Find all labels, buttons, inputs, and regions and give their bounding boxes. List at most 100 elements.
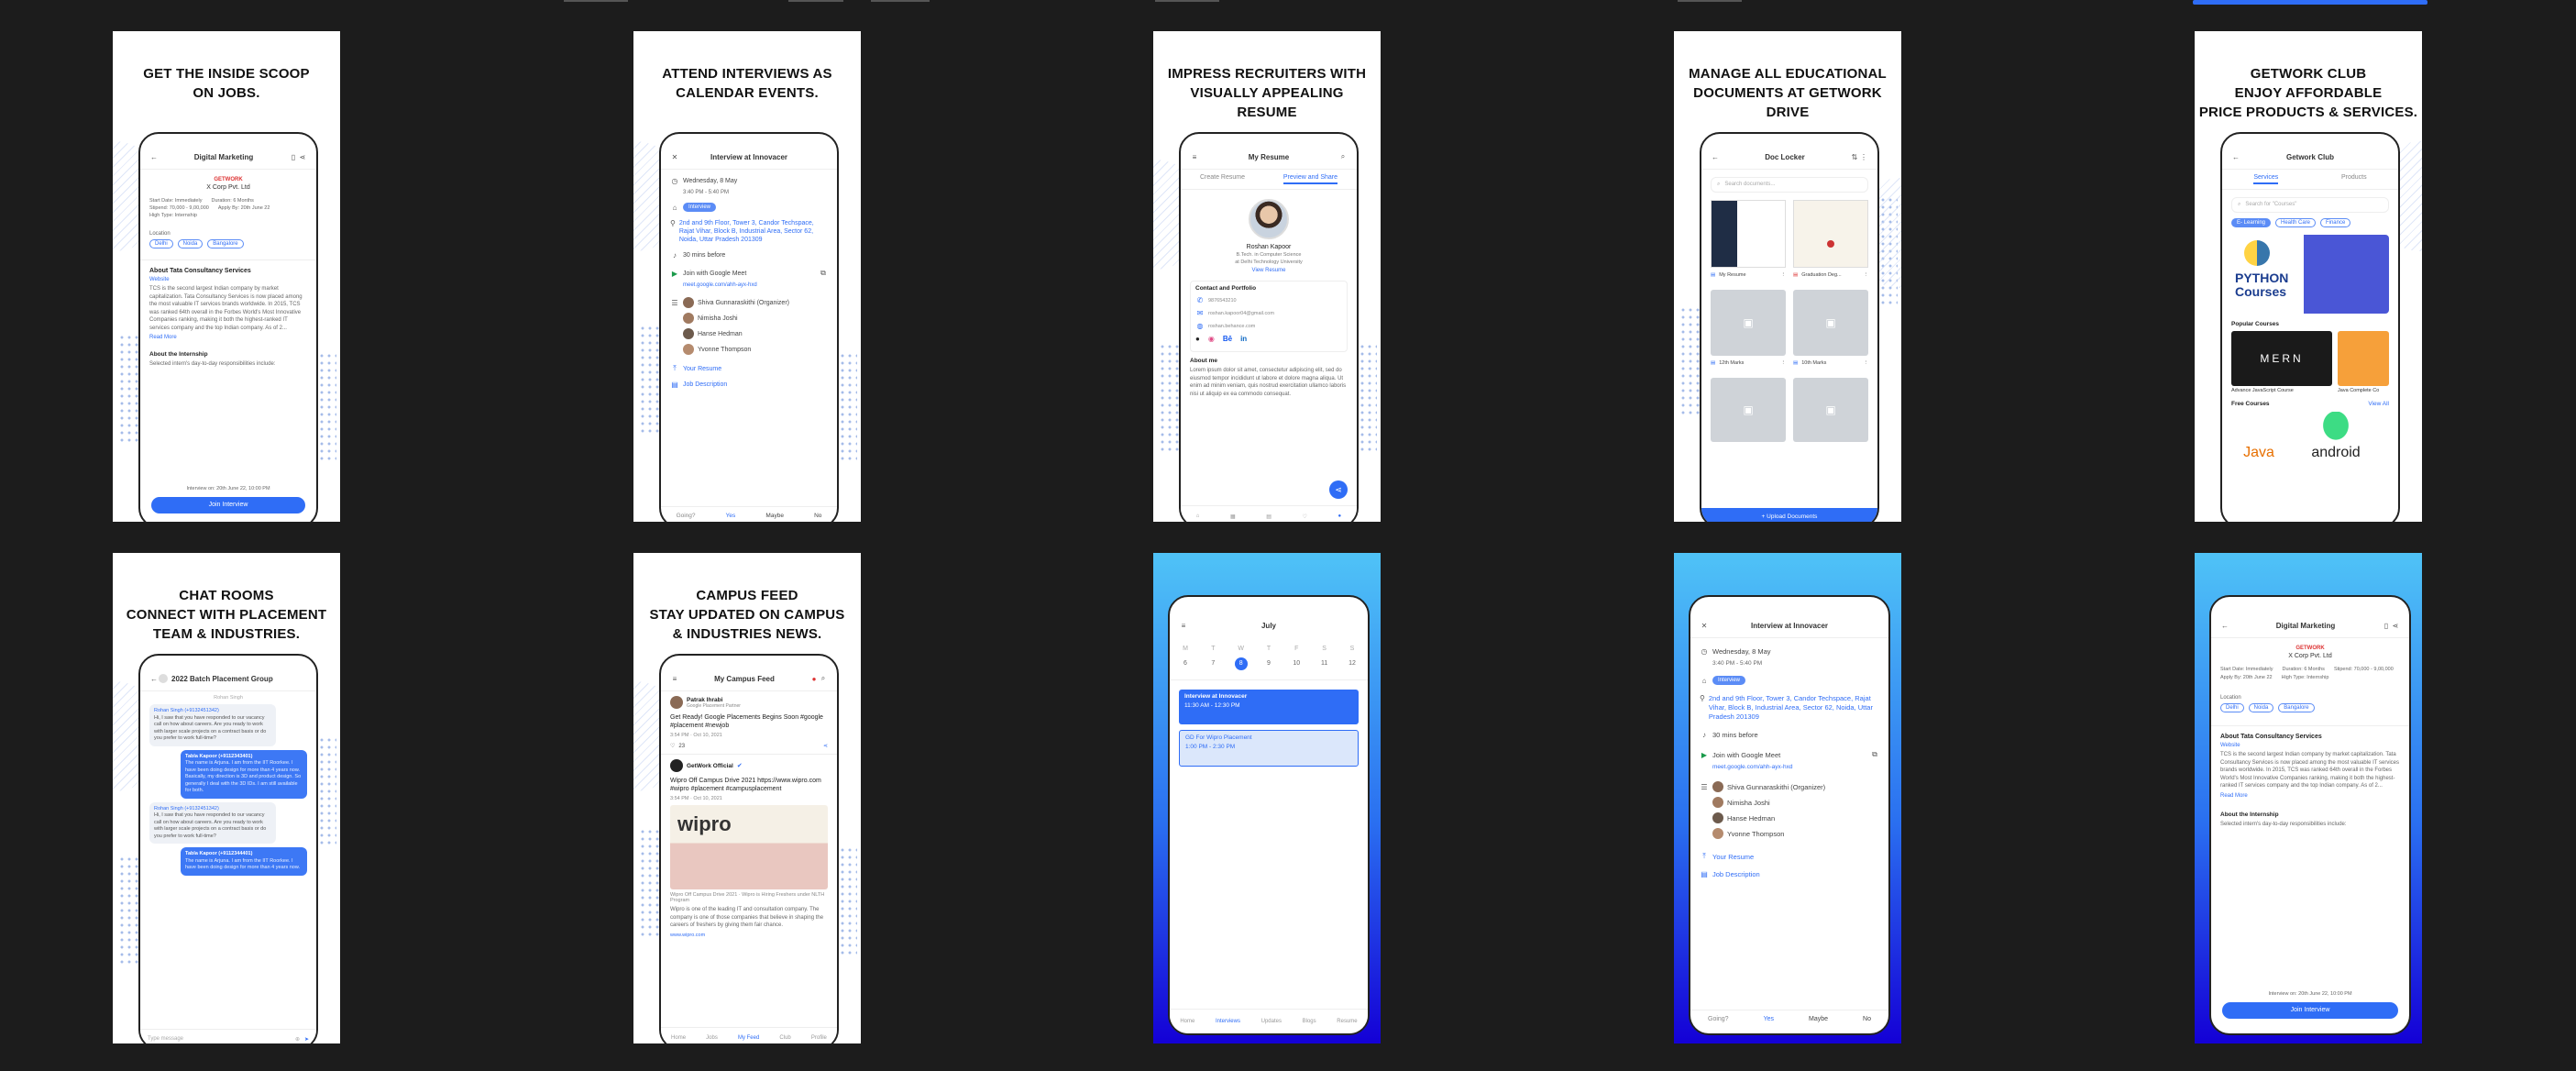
search-icon[interactable]: ⌕ [819,674,828,683]
close-icon[interactable]: ✕ [670,153,679,161]
doc-thumbnail-placeholder[interactable]: ▣ [1793,378,1868,442]
search-bar[interactable]: ⌕ Search documents... [1711,177,1868,193]
nav-interviews[interactable]: Interviews [1216,1019,1240,1024]
behance-icon[interactable]: Bē [1223,335,1232,343]
doc-thumbnail-resume[interactable] [1711,200,1786,268]
join-interview-button[interactable]: Join Interview [151,497,305,513]
calendar-day[interactable]: 7 [1206,657,1219,670]
event-address[interactable]: 2nd and 9th Floor, Tower 3, Candor Techs… [1709,694,1879,722]
rsvp-no[interactable]: No [814,513,821,519]
rsvp-yes[interactable]: Yes [1764,1016,1774,1022]
more-icon[interactable]: ⋮ [1864,360,1869,366]
meet-link[interactable]: meet.google.com/ahh-ayx-hxd [1700,764,1879,770]
nav-home[interactable]: ⌂ [1196,513,1200,519]
course-thumbnail-android[interactable]: android [2299,412,2372,467]
location-chip[interactable]: Noida [2248,703,2274,712]
tab-products[interactable]: Products [2341,174,2367,184]
doc-thumbnail-certificate[interactable] [1793,200,1868,268]
nav-my-feed[interactable]: My Feed [738,1035,759,1041]
upload-documents-button[interactable]: + Upload Documents [1701,508,1877,522]
tab-preview-share[interactable]: Preview and Share [1282,174,1338,184]
search-input[interactable]: Search for "Courses" [2245,202,2296,208]
doc-thumbnail-placeholder[interactable]: ▣ [1711,378,1786,442]
nav-updates[interactable]: ▤ [1266,513,1271,520]
nav-updates[interactable]: Updates [1261,1019,1282,1024]
job-description-link[interactable]: Job Description [1712,870,1760,878]
more-icon[interactable]: ⋮ [1859,153,1868,161]
event-card[interactable]: GD For Wipro Placement 1:00 PM - 2:30 PM [1179,730,1359,767]
meet-label[interactable]: Join with Google Meet [683,271,746,277]
copy-icon[interactable]: ⧉ [1870,750,1879,759]
more-icon[interactable]: ⋮ [1864,272,1869,278]
rsvp-maybe[interactable]: Maybe [1809,1016,1828,1022]
tab-services[interactable]: Services [2253,174,2279,184]
website-link[interactable]: Website [2220,743,2400,748]
nav-profile[interactable]: Profile [811,1035,827,1041]
nav-home[interactable]: Home [671,1035,686,1041]
share-icon[interactable]: ⋖ [298,153,307,161]
location-chip[interactable]: Noida [177,239,204,248]
back-icon[interactable]: ← [149,675,159,683]
calendar-day-selected[interactable]: 8 [1234,657,1248,670]
search-input[interactable]: Search documents... [1724,182,1775,188]
calendar-day[interactable]: 9 [1262,657,1275,670]
github-icon[interactable]: ● [1195,335,1200,343]
notification-icon[interactable]: ● [809,675,819,683]
share-icon[interactable]: ⋖ [823,743,828,749]
meet-link[interactable]: meet.google.com/ahh-ayx-hxd [670,282,828,288]
nav-club[interactable]: Club [779,1035,790,1041]
send-icon[interactable]: ➤ [304,1036,309,1043]
your-resume-link[interactable]: Your Resume [1712,853,1754,861]
read-more-link[interactable]: Read More [149,335,307,340]
linkedin-icon[interactable]: in [1240,335,1247,343]
back-icon[interactable]: ← [2220,622,2229,630]
meet-label[interactable]: Join with Google Meet [1712,751,1780,759]
share-icon[interactable]: ⋖ [2391,622,2400,630]
share-fab[interactable]: ⋖ [1329,480,1348,499]
calendar-day[interactable]: 11 [1318,657,1331,670]
rsvp-no[interactable]: No [1863,1016,1871,1022]
event-card[interactable]: Interview at Innovacer 11:30 AM - 12:30 … [1179,690,1359,724]
view-all-link[interactable]: View All [2368,401,2389,407]
chip-finance[interactable]: Finance [2319,218,2351,227]
nav-home[interactable]: Home [1180,1019,1194,1024]
your-resume-link[interactable]: Your Resume [683,366,721,372]
read-more-link[interactable]: Read More [2220,793,2400,799]
menu-icon[interactable]: ≡ [670,675,679,683]
course-thumbnail-mern[interactable]: MERN [2231,331,2333,386]
dribbble-icon[interactable]: ◉ [1208,335,1215,343]
nav-blogs[interactable]: ♡ [1303,513,1307,520]
nav-blogs[interactable]: Blogs [1303,1019,1316,1024]
view-resume-link[interactable]: View Resume [1190,268,1348,273]
python-banner[interactable]: PYTHON Courses [2231,235,2389,314]
search-bar[interactable]: ⌕ Search for "Courses" [2231,197,2389,213]
heart-icon[interactable]: ♡ [670,743,675,749]
location-chip[interactable]: Bangalore [207,239,244,248]
bookmark-icon[interactable]: ▯ [2382,622,2391,630]
sort-icon[interactable]: ⇅ [1850,153,1859,161]
tab-create-resume[interactable]: Create Resume [1200,174,1245,184]
rsvp-yes[interactable]: Yes [726,513,736,519]
menu-icon[interactable]: ≡ [1190,153,1199,161]
event-address[interactable]: 2nd and 9th Floor, Tower 3, Candor Techs… [679,219,828,244]
calendar-day[interactable]: 12 [1346,657,1359,670]
post-image[interactable]: wipro [670,805,828,889]
nav-resume[interactable]: ● [1338,513,1342,519]
calendar-day[interactable]: 6 [1179,657,1192,670]
calendar-day[interactable]: 10 [1290,657,1303,670]
back-icon[interactable]: ← [1711,153,1720,161]
doc-thumbnail-placeholder[interactable]: ▣ [1711,290,1786,356]
course-thumbnail-java-free[interactable]: Java [2231,412,2286,467]
close-icon[interactable]: ✕ [1700,622,1709,630]
location-chip[interactable]: Delhi [149,239,173,248]
course-thumbnail-java[interactable] [2338,331,2389,386]
doc-thumbnail-placeholder[interactable]: ▣ [1793,290,1868,356]
chip-health-care[interactable]: Health Care [2274,218,2316,227]
location-chip[interactable]: Bangalore [2278,703,2315,712]
join-interview-button[interactable]: Join Interview [2222,1002,2398,1019]
copy-icon[interactable]: ⧉ [819,269,828,278]
more-icon[interactable]: ⋮ [1781,360,1787,366]
more-icon[interactable]: ⋮ [1781,272,1787,278]
nav-interviews[interactable]: ▦ [1230,513,1236,520]
back-icon[interactable]: ← [149,153,159,161]
